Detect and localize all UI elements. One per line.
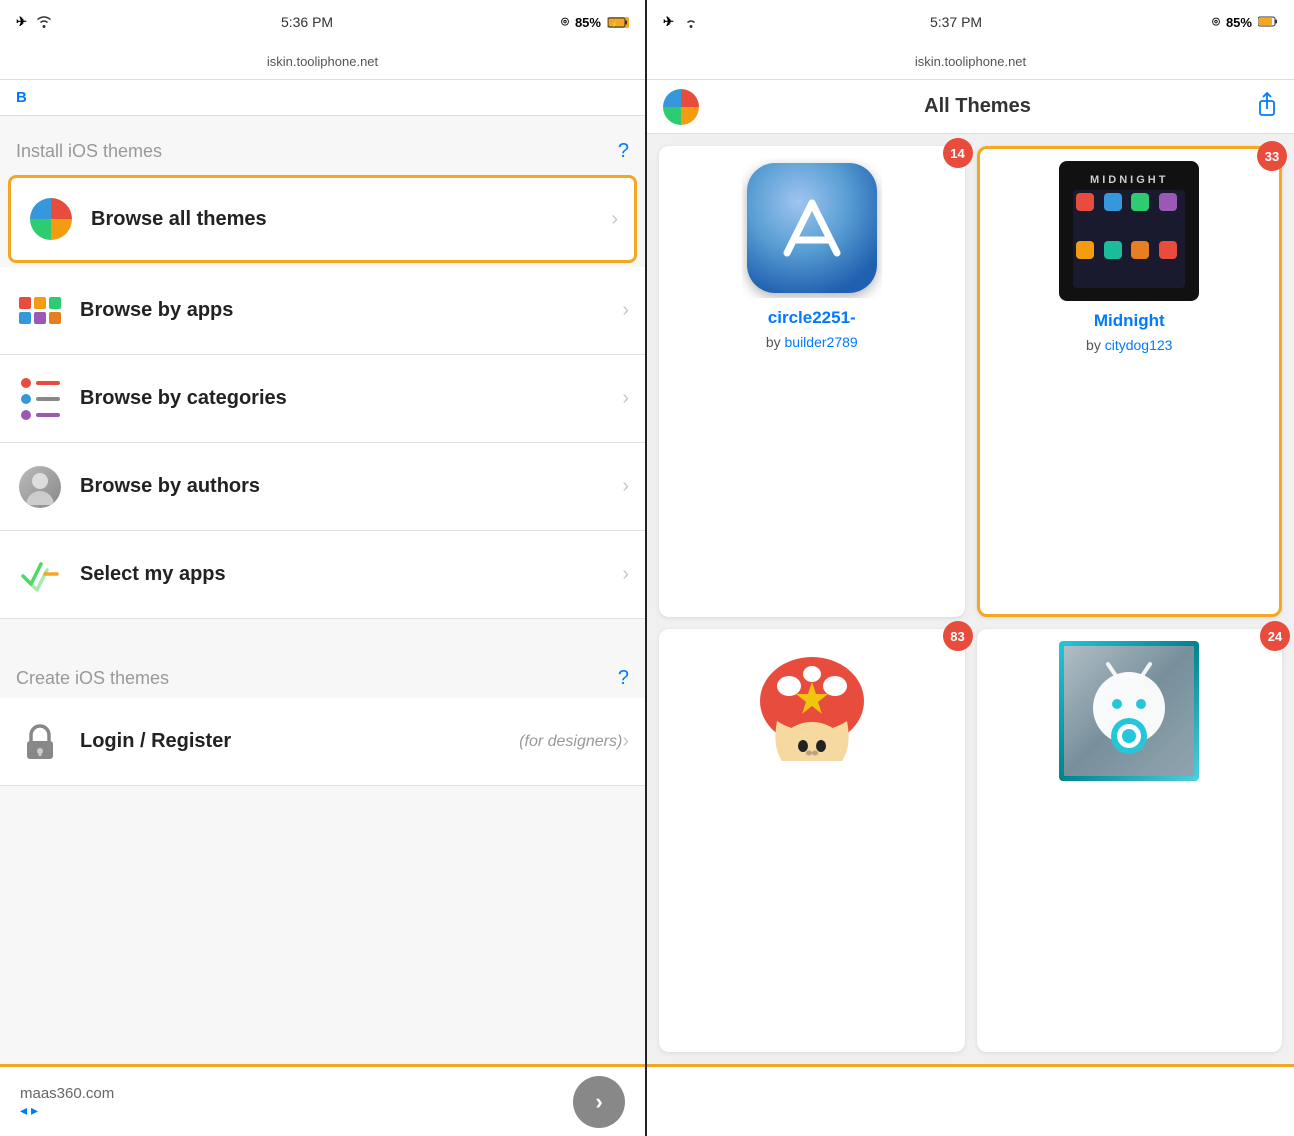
right-status-bar: ✈ 5:37 PM ⌾ 85% (647, 0, 1294, 44)
left-bookmark-bar: B (0, 80, 645, 116)
login-sublabel: (for designers) (519, 733, 622, 751)
battery-icon: ⚡ (607, 17, 629, 28)
create-section-header: Create iOS themes ? (0, 643, 645, 698)
right-airplane-icon: ✈ (663, 14, 674, 30)
browse-all-chevron: › (611, 208, 618, 231)
ad-next-button[interactable]: › (573, 1076, 625, 1128)
share-button[interactable] (1256, 91, 1278, 123)
left-panel: ✈ 5:36 PM ⌾ 85% ⚡ iskin.tooliphone.net B (0, 0, 647, 1136)
browse-apps-icon (16, 287, 64, 335)
select-my-apps-item[interactable]: Select my apps › (0, 531, 645, 619)
theme-image-marshmallow (1059, 641, 1199, 781)
svg-text:⚡: ⚡ (611, 20, 618, 28)
browse-categories-icon (16, 375, 64, 423)
ad-small-arrows: ◂ ▸ (20, 1102, 114, 1119)
right-time: 5:37 PM (930, 14, 982, 30)
browse-by-categories-item[interactable]: Browse by categories › (0, 355, 645, 443)
theme-image-mushroom (742, 641, 882, 781)
left-status-right: ⌾ 85% ⚡ (561, 14, 629, 30)
browse-apps-label: Browse by apps (80, 299, 622, 322)
install-help-icon[interactable]: ? (618, 140, 629, 163)
left-status-bar: ✈ 5:36 PM ⌾ 85% ⚡ (0, 0, 645, 44)
right-status-left: ✈ (663, 14, 700, 31)
bookmark-label: B (16, 89, 27, 106)
theme-author-name-circle2251: builder2789 (785, 334, 858, 350)
select-apps-label: Select my apps (80, 563, 622, 586)
right-header: All Themes (647, 80, 1294, 134)
login-icon (16, 718, 64, 766)
right-header-title: All Themes (924, 95, 1031, 118)
login-label: Login / Register (80, 730, 513, 753)
theme-badge-circle2251: 14 (943, 138, 973, 168)
theme-badge-midnight: 33 (1257, 141, 1287, 171)
left-time: 5:36 PM (281, 14, 333, 30)
right-wifi-icon (682, 14, 700, 31)
browse-categories-chevron: › (622, 387, 629, 410)
install-section-title: Install iOS themes (16, 141, 162, 162)
theme-author-name-midnight: citydog123 (1105, 337, 1173, 353)
create-help-icon[interactable]: ? (618, 667, 629, 690)
left-address-bar[interactable]: iskin.tooliphone.net (0, 44, 645, 80)
right-battery-icon (1258, 15, 1278, 30)
select-apps-chevron: › (622, 563, 629, 586)
themes-grid: 14 circle2251- by builder2789 33 (647, 134, 1294, 1064)
theme-author-midnight: by citydog123 (1086, 337, 1172, 353)
right-address-bar[interactable]: iskin.tooliphone.net (647, 44, 1294, 80)
browse-authors-icon (16, 463, 64, 511)
theme-card-marshmallow[interactable]: 24 (977, 629, 1283, 1052)
right-panel: ✈ 5:37 PM ⌾ 85% iskin.tooliphone.net All… (647, 0, 1294, 1136)
browse-all-themes-item[interactable]: Browse all themes › (8, 175, 637, 263)
ad-text: maas360.com (20, 1085, 114, 1102)
theme-name-circle2251: circle2251- (768, 308, 856, 328)
login-register-item[interactable]: Login / Register (for designers) › (0, 698, 645, 786)
select-apps-icon (16, 551, 64, 599)
browse-categories-label: Browse by categories (80, 387, 622, 410)
right-bottom-bar (647, 1064, 1294, 1136)
right-status-right: ⌾ 85% (1212, 14, 1278, 30)
battery-percent: 85% (575, 15, 601, 30)
bluetooth-icon: ⌾ (561, 14, 569, 30)
wifi-icon (35, 14, 53, 31)
theme-card-mushroom[interactable]: 83 (659, 629, 965, 1052)
browse-all-icon (27, 195, 75, 243)
theme-badge-marshmallow: 24 (1260, 621, 1290, 651)
ad-bar: maas360.com ◂ ▸ › (0, 1064, 645, 1136)
status-icons-left: ✈ (16, 14, 53, 31)
theme-badge-mushroom: 83 (943, 621, 973, 651)
theme-card-circle2251[interactable]: 14 circle2251- by builder2789 (659, 146, 965, 617)
arrow-right-icon: ▸ (31, 1102, 38, 1119)
section-divider (0, 619, 645, 643)
browse-authors-chevron: › (622, 475, 629, 498)
theme-name-midnight: Midnight (1094, 311, 1165, 331)
right-battery-percent: 85% (1226, 15, 1252, 30)
theme-image-circle2251 (742, 158, 882, 298)
theme-author-circle2251: by builder2789 (766, 334, 858, 350)
browse-authors-label: Browse by authors (80, 475, 622, 498)
login-chevron: › (622, 730, 629, 753)
browse-by-authors-item[interactable]: Browse by authors › (0, 443, 645, 531)
right-bluetooth-icon: ⌾ (1212, 14, 1220, 30)
theme-image-midnight: MIDNIGHT (1059, 161, 1199, 301)
install-section-header: Install iOS themes ? (0, 116, 645, 171)
left-url: iskin.tooliphone.net (267, 54, 378, 69)
create-section-title: Create iOS themes (16, 668, 169, 689)
browse-all-label: Browse all themes (91, 208, 611, 231)
airplane-icon: ✈ (16, 14, 27, 30)
theme-card-midnight[interactable]: 33 MIDNIGHT Midnight (977, 146, 1283, 617)
right-logo (663, 89, 699, 125)
right-url: iskin.tooliphone.net (915, 54, 1026, 69)
arrow-left-icon: ◂ (20, 1102, 27, 1119)
browse-by-apps-item[interactable]: Browse by apps › (0, 267, 645, 355)
browse-apps-chevron: › (622, 299, 629, 322)
